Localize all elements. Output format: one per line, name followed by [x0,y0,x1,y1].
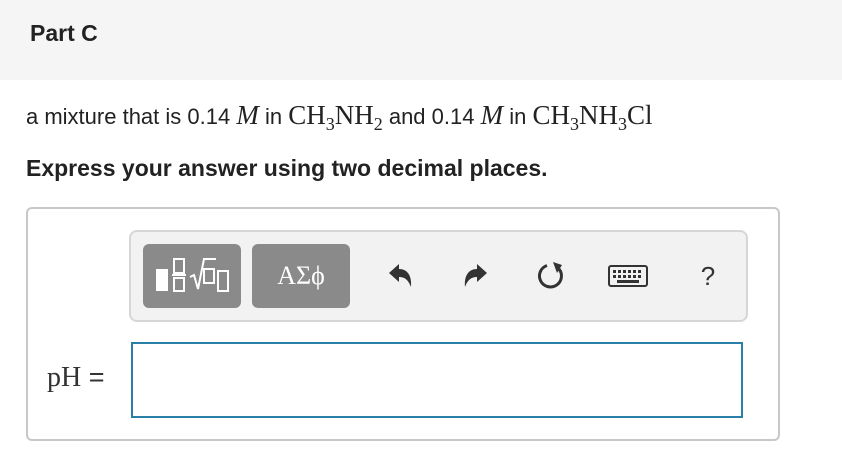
problem-and: and [382,104,432,129]
ph-answer-input[interactable] [131,342,743,418]
part-title: Part C [30,20,98,46]
concentration-1: 0.14 [187,104,231,129]
greek-symbols-button[interactable]: ΑΣϕ [252,244,350,308]
concentration-2: 0.14 [431,104,475,129]
help-button[interactable]: ? [690,258,726,294]
compound-methylamine: CH3NH2 [288,100,383,134]
instruction-text: Express your answer using two decimal pl… [26,155,548,181]
templates-icon [156,258,229,292]
part-header [0,0,842,80]
ph-variable: pH [47,362,82,393]
undo-icon [389,264,412,287]
greek-symbols-icon: ΑΣϕ [277,261,325,290]
molarity-unit-1: M [236,100,259,130]
redo-icon [464,264,487,287]
compound-methylammonium-chloride: CH3NH3Cl [532,100,653,134]
undo-button[interactable] [382,258,418,294]
help-icon: ? [700,260,716,291]
keyboard-button[interactable] [608,258,648,294]
templates-button[interactable] [143,244,241,308]
equals-sign: = [81,362,105,392]
problem-in-2: in [503,104,533,129]
problem-statement: a mixture that is 0.14 M in CH3NH2 and 0… [26,100,653,134]
answer-label: pH = [47,362,105,394]
problem-prefix: a mixture that is [26,104,188,129]
reset-icon [537,262,563,289]
problem-in-1: in [258,104,289,129]
keyboard-icon [608,265,648,287]
reset-button[interactable] [533,258,569,294]
redo-button[interactable] [458,258,494,294]
molarity-unit-2: M [480,100,504,130]
